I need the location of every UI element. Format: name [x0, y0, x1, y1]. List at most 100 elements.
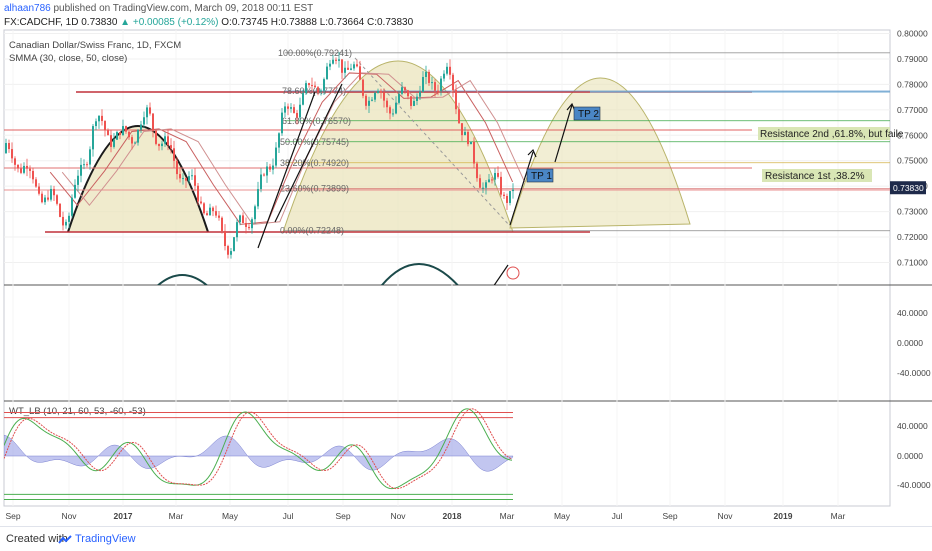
candle	[494, 173, 496, 180]
candle	[296, 112, 298, 118]
candle	[107, 130, 109, 136]
time-tick: Sep	[5, 511, 20, 521]
fib-label: 61.80%(0.76570)	[282, 116, 351, 126]
time-axis[interactable]: Sep Nov 2017 Mar May Jul Sep Nov 2018 Mar May Jul Se…	[5, 511, 845, 521]
time-tick: Jul	[612, 511, 623, 521]
candle	[29, 168, 31, 171]
wavetrend-oscillator	[4, 408, 514, 500]
time-tick: May	[554, 511, 571, 521]
candle	[206, 213, 208, 216]
candle	[287, 106, 289, 109]
candle	[368, 100, 370, 106]
candle	[185, 178, 187, 181]
candle	[104, 121, 106, 131]
tp2-label: TP 2	[578, 109, 599, 120]
candle	[293, 107, 295, 113]
candle	[194, 175, 196, 186]
candle	[362, 79, 364, 96]
candle	[254, 206, 256, 220]
time-tick: 2018	[443, 511, 462, 521]
candle	[41, 193, 43, 203]
candle	[350, 68, 352, 70]
candle	[425, 71, 427, 77]
event-marker-icon[interactable]	[506, 266, 520, 280]
candle	[389, 107, 391, 114]
candle	[491, 179, 493, 181]
candle	[182, 178, 184, 180]
candle	[488, 179, 490, 183]
candle	[11, 149, 13, 159]
tradingview-logo-icon	[58, 535, 72, 544]
candle	[359, 66, 361, 80]
candle	[119, 132, 121, 135]
price-tick: 0.72000	[897, 232, 928, 242]
candle	[365, 95, 367, 106]
candle	[314, 85, 316, 88]
dome-3	[509, 77, 691, 229]
candle	[326, 66, 328, 80]
time-tick: Sep	[662, 511, 677, 521]
time-tick: Mar	[500, 511, 515, 521]
candle	[74, 184, 76, 198]
candle	[44, 197, 46, 203]
candle	[224, 230, 226, 247]
candle	[320, 90, 322, 92]
candle	[188, 176, 190, 181]
mid-pane-tick: -40.0000	[897, 368, 931, 378]
chart-canvas[interactable]: 100.00%(0.79241)78.60%(0.7774)61.80%(0.7…	[0, 0, 932, 526]
trend-arrow	[493, 264, 509, 285]
candle	[431, 82, 433, 84]
candle	[248, 226, 250, 229]
candle	[266, 166, 268, 176]
candle	[125, 126, 127, 132]
candle	[503, 194, 505, 196]
candle	[65, 221, 67, 226]
candle	[353, 64, 355, 69]
candle	[86, 164, 88, 166]
candle	[383, 92, 385, 101]
candle	[506, 195, 508, 203]
candle	[233, 237, 235, 252]
indicator-legend: SMMA (30, close, 50, close)	[9, 53, 127, 64]
mid-pane-tick: 0.0000	[897, 338, 923, 348]
candle	[209, 207, 211, 216]
dome-patterns	[67, 60, 691, 285]
candle	[5, 143, 7, 154]
candle	[434, 82, 436, 91]
candle	[455, 90, 457, 110]
candle	[413, 100, 415, 106]
candle	[386, 100, 388, 108]
candle	[155, 130, 157, 144]
candle	[95, 121, 97, 127]
candle	[92, 126, 94, 150]
candle	[437, 90, 439, 92]
candle	[131, 137, 133, 144]
candle	[179, 174, 181, 179]
candle	[281, 112, 283, 134]
candle	[473, 141, 475, 164]
footer: Created with TradingView	[0, 526, 932, 551]
candle	[173, 148, 175, 161]
candle	[218, 215, 220, 218]
candle	[308, 83, 310, 86]
candle	[284, 106, 286, 113]
price-tick: 0.73000	[897, 207, 928, 217]
candle	[116, 132, 118, 140]
candle	[416, 96, 418, 101]
tradingview-brand[interactable]: TradingView	[75, 533, 136, 545]
osc-tick: 0.0000	[897, 451, 923, 461]
candle	[377, 91, 379, 93]
time-tick: Nov	[390, 511, 406, 521]
candle	[230, 251, 232, 255]
candle	[500, 176, 502, 195]
candle	[470, 141, 472, 145]
price-axis[interactable]: 0.80000 0.79000 0.78000 0.77000 0.76000 0.750…	[897, 29, 931, 491]
candle	[20, 168, 22, 173]
fib-label: 100.00%(0.79241)	[278, 48, 352, 58]
candle	[14, 158, 16, 165]
candle	[260, 174, 262, 190]
candle	[221, 217, 223, 231]
instrument-legend: Canadian Dollar/Swiss Franc, 1D, FXCM	[9, 40, 181, 51]
candle	[410, 96, 412, 106]
candle	[302, 93, 304, 105]
